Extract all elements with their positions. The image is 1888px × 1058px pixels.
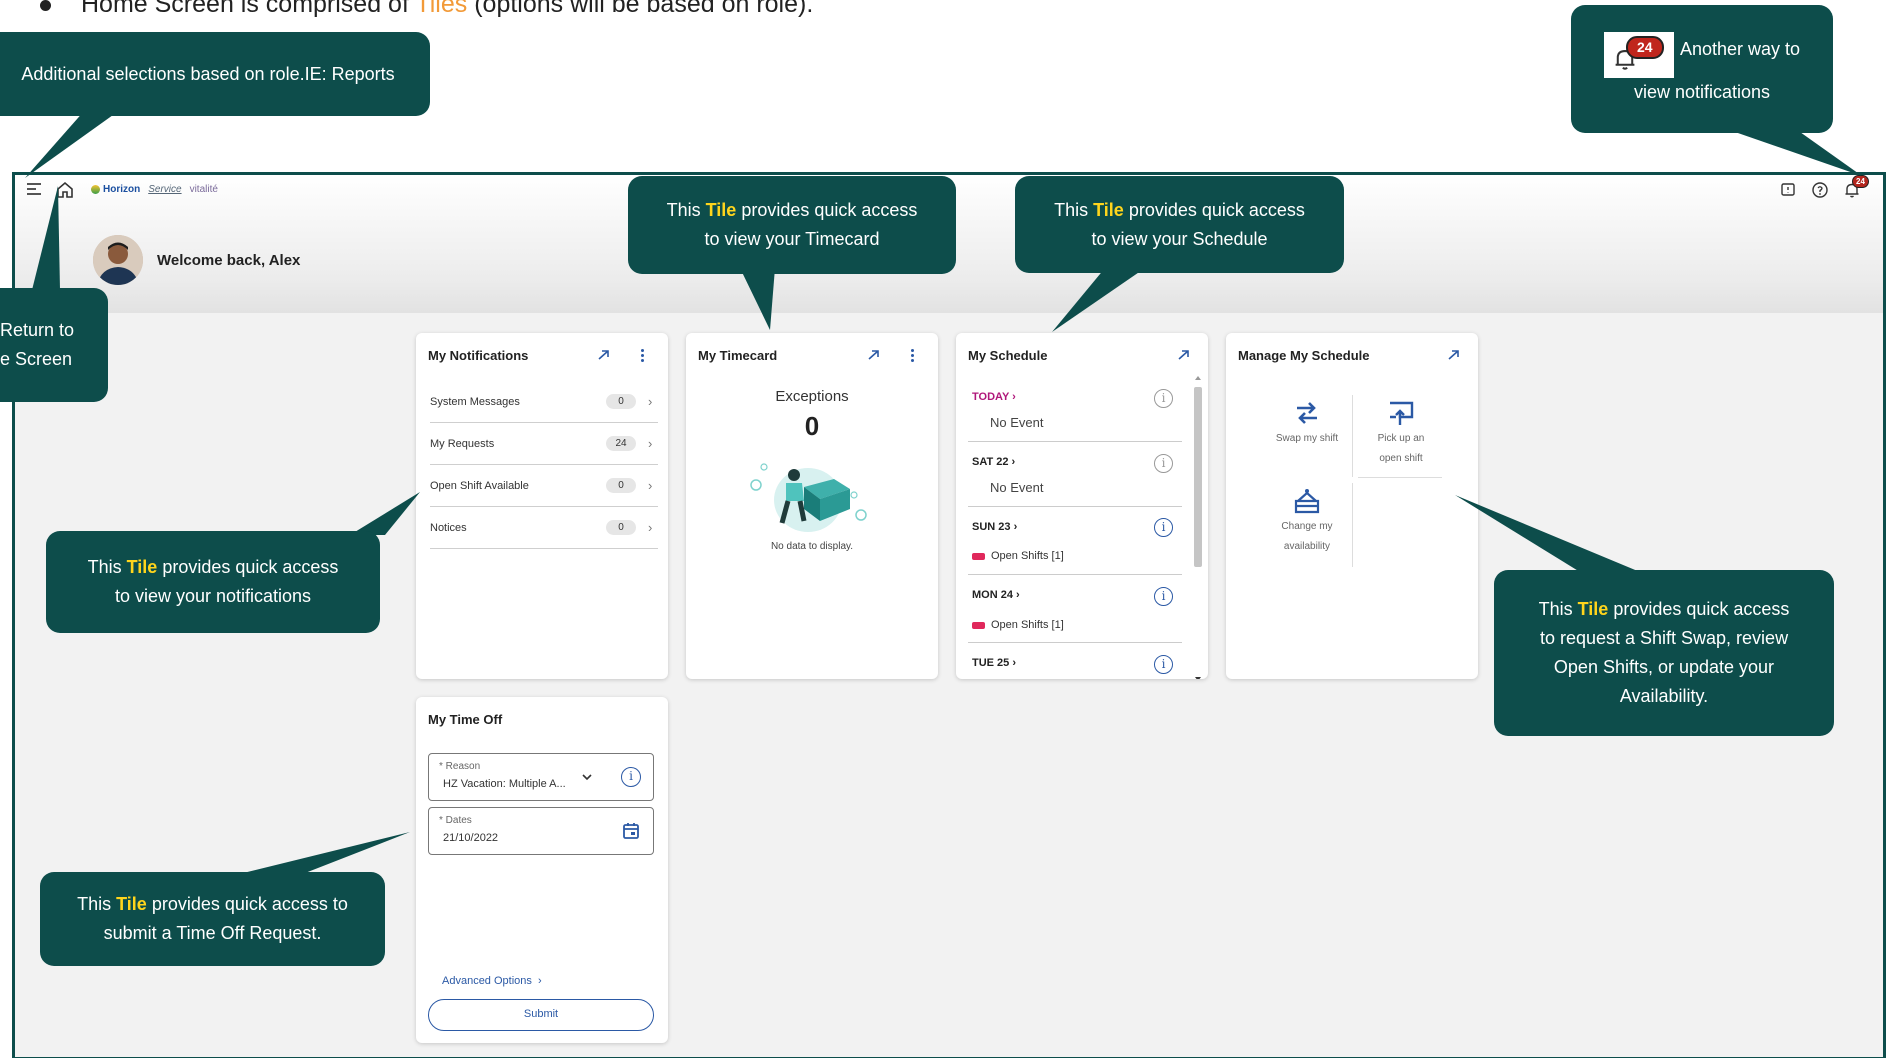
hamburger-menu-icon[interactable] — [27, 183, 41, 195]
schedule-day[interactable]: TUE 25 › — [972, 657, 1016, 669]
swap-shift-button[interactable]: Swap my shift — [1262, 399, 1352, 449]
chevron-right-icon: › — [648, 436, 653, 451]
open-arrow-icon[interactable] — [866, 347, 882, 363]
chevron-right-icon: › — [648, 478, 653, 493]
count-pill: 24 — [606, 436, 636, 451]
chevron-right-icon: › — [648, 520, 653, 535]
more-options-icon[interactable] — [907, 347, 917, 363]
count-pill: 0 — [606, 394, 636, 409]
manage-callout: This Tile provides quick access to reque… — [1494, 570, 1834, 736]
open-shifts-indicator[interactable]: Open Shifts [1] — [972, 550, 1064, 562]
list-item[interactable]: Open Shift Available 0 › — [430, 465, 658, 507]
list-item[interactable]: My Requests 24 › — [430, 423, 658, 465]
submit-button[interactable]: Submit — [428, 999, 654, 1031]
welcome-message: Welcome back, Alex — [157, 251, 301, 269]
notification-count-badge: 24 — [1625, 35, 1664, 59]
cake-icon — [1294, 489, 1320, 514]
swap-icon — [1297, 402, 1317, 424]
help-icon[interactable] — [1811, 181, 1829, 199]
welcome-banner: Welcome back, Alex — [93, 235, 300, 285]
heading-text: Home Screen is comprised of — [81, 0, 416, 18]
no-event-label: No Event — [990, 415, 1044, 430]
heading-suffix: (options will be based on role). — [467, 0, 814, 18]
avatar — [93, 235, 143, 285]
bullet-dot — [40, 0, 51, 11]
schedule-day[interactable]: MON 24 › — [972, 589, 1020, 601]
chevron-right-icon: › — [648, 394, 653, 409]
service-logo: Service — [148, 184, 182, 195]
dates-field[interactable]: * Dates 21/10/2022 — [428, 807, 654, 855]
notifications-bell-icon: 24 — [1603, 31, 1674, 78]
scrollbar[interactable] — [1192, 373, 1204, 679]
timecard-callout: This Tile provides quick access to view … — [628, 176, 956, 274]
notifications-callout: This Tile provides quick access to view … — [46, 531, 380, 633]
info-icon[interactable]: i — [1154, 587, 1173, 606]
schedule-day[interactable]: SAT 22 › — [972, 456, 1015, 468]
pickup-shift-button[interactable]: Pick up an open shift — [1356, 399, 1446, 469]
notifications-tile: My Notifications System Messages 0 › My Re… — [416, 333, 668, 679]
heading-highlight: Tiles — [415, 0, 468, 18]
tile-title: My Schedule — [968, 348, 1048, 363]
list-item[interactable]: System Messages 0 › — [430, 381, 658, 423]
no-event-label: No Event — [990, 480, 1044, 495]
reports-callout: Additional selections based on role.IE: … — [0, 32, 430, 116]
info-icon[interactable]: i — [1154, 518, 1173, 537]
open-arrow-icon[interactable] — [1446, 347, 1462, 363]
calendar-icon[interactable] — [621, 821, 641, 841]
schedule-day[interactable]: SUN 23 › — [972, 521, 1017, 533]
reason-select[interactable]: * Reason HZ Vacation: Multiple A... i — [428, 753, 654, 801]
home-callout: Return to e Screen — [0, 288, 108, 402]
empty-state-illustration — [750, 463, 867, 532]
notifications-bell-icon[interactable]: 24 — [1843, 175, 1869, 199]
chevron-down-icon — [582, 774, 592, 781]
exceptions-count: 0 — [804, 411, 820, 441]
time-off-tile: My Time Off * Reason HZ Vacation: Multip… — [416, 697, 668, 1043]
manage-schedule-tile: Manage My Schedule Swap my shift Pick up… — [1226, 333, 1478, 679]
open-shifts-indicator[interactable]: Open Shifts [1] — [972, 619, 1064, 631]
exceptions-label: Exceptions — [775, 388, 849, 405]
bell-callout: 24 Another way to view notifications — [1571, 5, 1833, 133]
slide-heading: Home Screen is comprised of Tiles (optio… — [40, 0, 813, 19]
count-pill: 0 — [606, 478, 636, 493]
list-item[interactable]: Notices 0 › — [430, 507, 658, 549]
tile-title: My Time Off — [428, 712, 503, 727]
info-icon[interactable]: i — [1154, 389, 1173, 408]
count-pill: 0 — [606, 520, 636, 535]
feedback-icon[interactable] — [1779, 181, 1797, 199]
no-data-message: No data to display. — [770, 541, 854, 552]
schedule-callout: This Tile provides quick access to view … — [1015, 176, 1344, 273]
advanced-options-link[interactable]: Advanced Options › — [442, 975, 542, 987]
vitalite-logo: vitalité — [189, 184, 218, 195]
top-icons: 24 — [1779, 175, 1869, 199]
open-arrow-icon[interactable] — [596, 347, 612, 363]
schedule-day-today[interactable]: TODAY › — [972, 391, 1016, 403]
info-icon[interactable]: i — [621, 767, 641, 787]
notification-count-badge: 24 — [1852, 175, 1869, 188]
tile-title: My Notifications — [428, 348, 529, 363]
info-icon[interactable]: i — [1154, 655, 1173, 674]
info-icon[interactable]: i — [1154, 454, 1173, 473]
tile-title: My Timecard — [698, 348, 778, 363]
home-icon[interactable] — [55, 180, 75, 200]
schedule-tile: My Schedule TODAY › i No Event SAT 22 › … — [956, 333, 1208, 679]
slide: Home Screen is comprised of Tiles (optio… — [0, 0, 1888, 1058]
tile-title: Manage My Schedule — [1238, 348, 1370, 363]
horizon-logo: Horizon — [91, 184, 140, 195]
more-options-icon[interactable] — [637, 347, 647, 363]
change-availability-button[interactable]: Change my availability — [1262, 487, 1352, 557]
pickup-icon — [1390, 401, 1414, 425]
timeoff-callout: This Tile provides quick access to submi… — [40, 872, 385, 966]
timecard-tile: My Timecard Exceptions 0 No data to disp… — [686, 333, 938, 679]
brand-logos: Horizon Service vitalité — [91, 184, 218, 195]
open-arrow-icon[interactable] — [1176, 347, 1192, 363]
